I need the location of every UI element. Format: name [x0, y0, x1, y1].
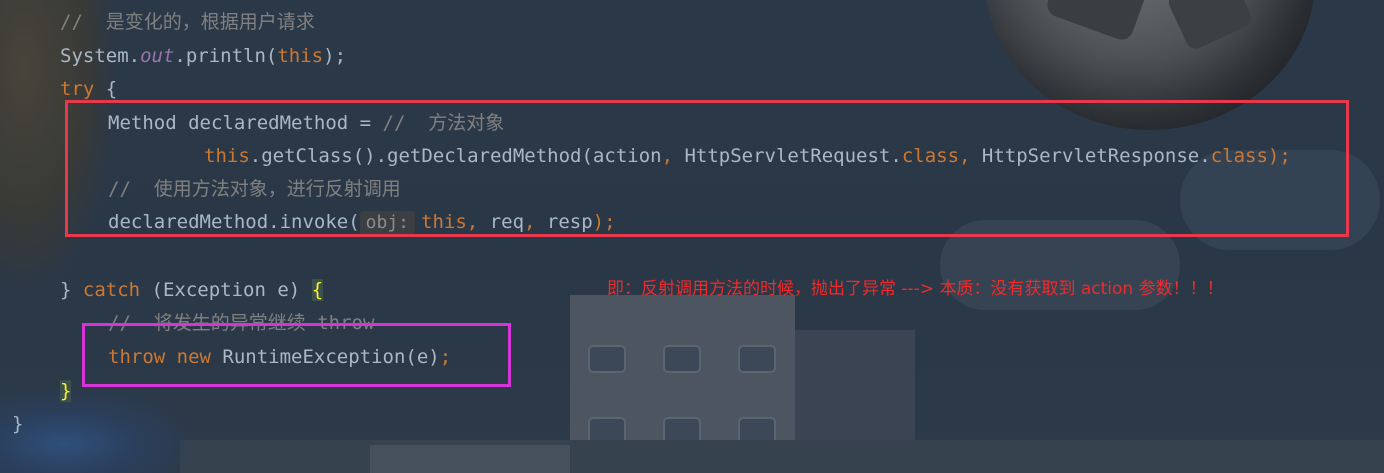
code-line-println[interactable]: System.out.println(this);: [60, 42, 346, 70]
code-text: );: [323, 45, 347, 67]
code-text: {: [94, 78, 118, 100]
code-keyword: try: [60, 78, 95, 100]
annotation-note: 即：反射调用方法的时候，抛出了异常 ---> 本质：没有获取到 action 参…: [607, 279, 1224, 299]
code-line-close-method[interactable]: }: [12, 410, 23, 438]
code-text: }: [60, 279, 83, 301]
code-keyword: this: [277, 45, 324, 67]
code-text: }: [12, 413, 24, 435]
code-text: (Exception e): [140, 279, 312, 301]
code-text: System.: [60, 45, 141, 67]
code-comment: // 是变化的，根据用户请求: [60, 11, 315, 33]
code-keyword: catch: [82, 279, 141, 301]
matched-brace: {: [311, 279, 324, 301]
code-field: out: [140, 45, 175, 67]
code-line-catch[interactable]: } catch (Exception e) {: [60, 276, 324, 304]
code-text: .println(: [174, 45, 278, 67]
highlight-box-reflection: [65, 100, 1349, 237]
code-line-close-catch[interactable]: }: [60, 377, 72, 405]
code-line-try[interactable]: try {: [60, 75, 117, 103]
highlight-box-throw: [82, 323, 511, 387]
matched-brace: }: [60, 380, 72, 402]
